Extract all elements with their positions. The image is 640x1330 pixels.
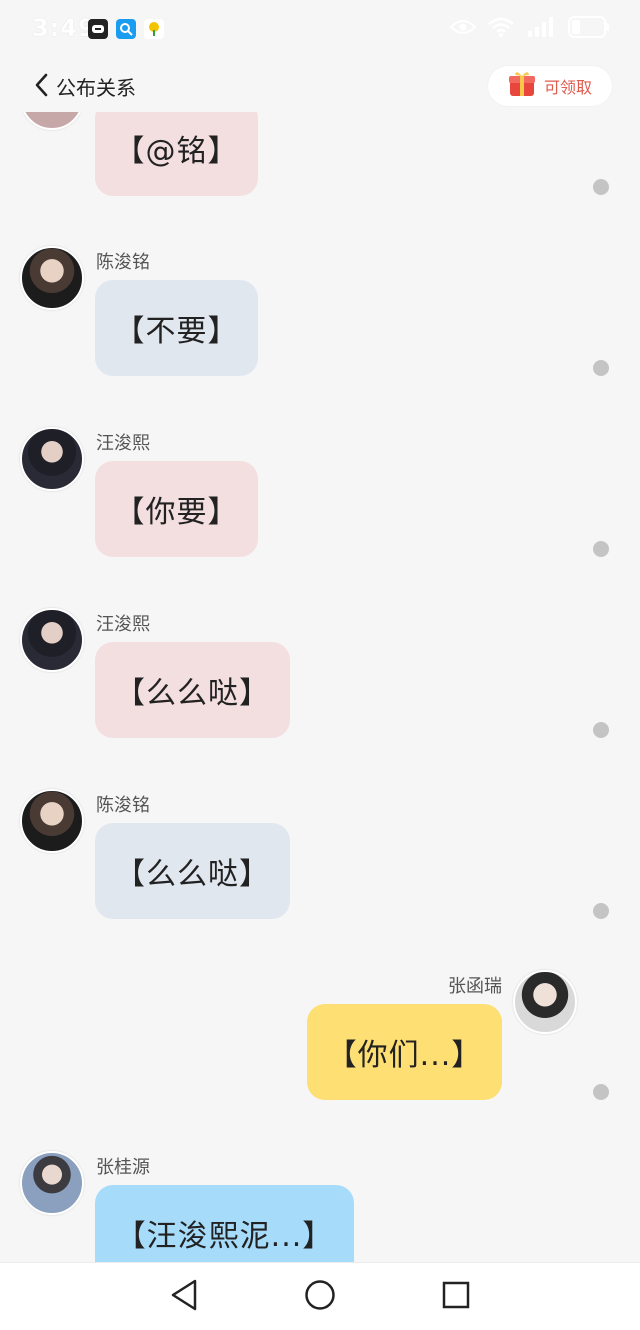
chevron-left-icon	[34, 73, 48, 101]
sender-name: 陈浚铭	[96, 795, 150, 816]
message-bubble[interactable]: 【@铭】	[95, 112, 258, 196]
red-packet-gift-icon	[508, 71, 536, 101]
wifi-icon	[488, 17, 514, 41]
system-navigation-bar	[0, 1262, 640, 1330]
signal-icon	[526, 17, 556, 41]
avatar[interactable]	[20, 246, 84, 310]
message-bubble[interactable]: 【么么哒】	[95, 642, 290, 738]
avatar[interactable]	[20, 112, 84, 130]
recents-square-icon	[441, 1280, 471, 1314]
qq-browser-icon	[116, 19, 136, 39]
eye-icon	[449, 19, 477, 39]
chat-header: 公布关系 可领取	[0, 60, 640, 112]
message-bubble[interactable]: 【汪浚熙泥...】	[95, 1185, 354, 1262]
sender-name: 汪浚熙	[96, 433, 150, 454]
battery-icon	[568, 16, 610, 42]
read-status-dot	[593, 541, 609, 557]
avatar[interactable]	[20, 608, 84, 672]
sender-name: 张函瑞	[448, 976, 502, 997]
claim-reward-button[interactable]: 可领取	[488, 66, 612, 106]
sender-name: 陈浚铭	[96, 252, 150, 273]
back-button[interactable]: 公布关系	[34, 72, 136, 101]
nav-recents-button[interactable]	[438, 1279, 474, 1315]
read-status-dot	[593, 903, 609, 919]
avatar[interactable]	[20, 789, 84, 853]
status-bar: 3:49	[0, 0, 640, 60]
message-bubble[interactable]: 【么么哒】	[95, 823, 290, 919]
chat-title: 公布关系	[56, 76, 136, 100]
meituan-icon	[88, 19, 108, 39]
message-bubble[interactable]: 【不要】	[95, 280, 258, 376]
message-bubble[interactable]: 【你们...】	[307, 1004, 502, 1100]
read-status-dot	[593, 1084, 609, 1100]
sender-name: 张桂源	[96, 1157, 150, 1178]
status-right-icons	[449, 16, 610, 42]
read-status-dot	[593, 179, 609, 195]
claim-label: 可领取	[543, 78, 592, 97]
read-status-dot	[593, 722, 609, 738]
status-app-icons	[88, 19, 164, 39]
avatar[interactable]	[20, 1151, 84, 1215]
home-circle-icon	[304, 1279, 336, 1315]
nav-home-button[interactable]	[302, 1279, 338, 1315]
read-status-dot	[593, 360, 609, 376]
message-bubble[interactable]: 【你要】	[95, 461, 258, 557]
avatar[interactable]	[20, 427, 84, 491]
back-triangle-icon	[169, 1279, 199, 1315]
status-time: 3:49	[32, 14, 96, 42]
nav-back-button[interactable]	[166, 1279, 202, 1315]
sender-name: 汪浚熙	[96, 614, 150, 635]
tencent-news-icon	[144, 19, 164, 39]
chat-message-list[interactable]: 【@铭】 陈浚铭 【不要】 汪浚熙 【你要】 汪浚熙 【么么哒】 陈浚铭 【么么…	[0, 112, 640, 1262]
avatar[interactable]	[513, 970, 577, 1034]
